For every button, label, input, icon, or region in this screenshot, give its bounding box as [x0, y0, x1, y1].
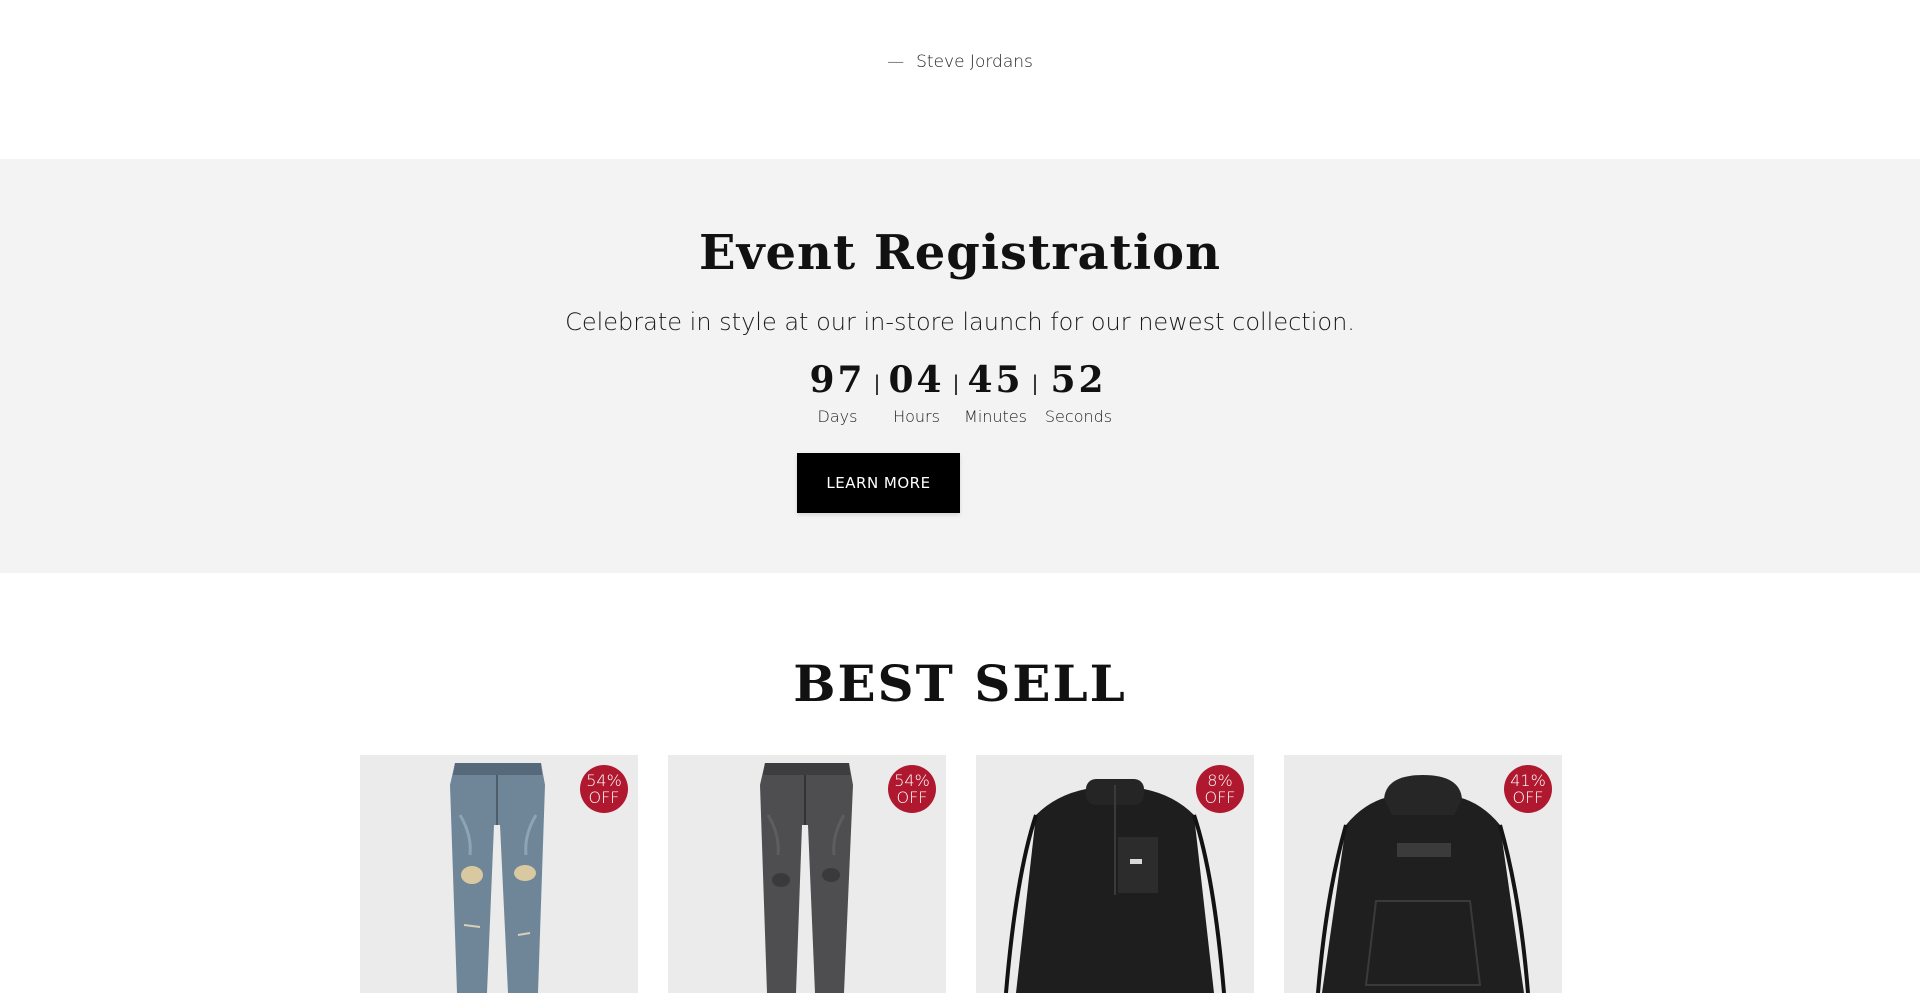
countdown-separator: |: [1031, 371, 1039, 395]
sale-badge-off: OFF: [1512, 788, 1544, 807]
product-card[interactable]: 41% OFF: [1284, 755, 1562, 993]
sale-badge-off: OFF: [1204, 788, 1236, 807]
sale-badge-percent: 41%: [1510, 771, 1546, 790]
testimonial-author: — Steve Jordans: [0, 52, 1920, 72]
countdown-separator: |: [952, 371, 960, 395]
sale-badge: 8% OFF: [1196, 765, 1244, 813]
sale-badge: 41% OFF: [1504, 765, 1552, 813]
author-dash: —: [887, 52, 905, 72]
product-card[interactable]: 8% OFF: [976, 755, 1254, 993]
countdown-minutes-label: Minutes: [964, 407, 1027, 426]
sale-badge-off: OFF: [588, 788, 620, 807]
event-title: Event Registration: [699, 225, 1221, 281]
product-card[interactable]: 54% OFF: [668, 755, 946, 993]
best-sell-title: BEST SELL: [793, 654, 1127, 713]
event-registration-section: Event Registration Celebrate in style at…: [0, 159, 1920, 573]
countdown-minutes: 45 Minutes: [964, 358, 1027, 426]
countdown-separator: |: [873, 371, 881, 395]
sale-badge-off: OFF: [896, 788, 928, 807]
sale-badge: 54% OFF: [580, 765, 628, 813]
sale-badge-percent: 8%: [1207, 771, 1233, 790]
countdown-hours-value: 04: [888, 359, 945, 401]
sale-badge-percent: 54%: [894, 771, 930, 790]
event-subtitle: Celebrate in style at our in-store launc…: [565, 308, 1355, 336]
sale-badge: 54% OFF: [888, 765, 936, 813]
countdown-seconds-value: 52: [1050, 359, 1107, 401]
product-card[interactable]: 54% OFF: [360, 755, 638, 993]
countdown-minutes-value: 45: [967, 359, 1024, 401]
sale-badge-percent: 54%: [586, 771, 622, 790]
learn-more-button[interactable]: LEARN MORE: [797, 453, 960, 513]
author-name: Steve Jordans: [916, 52, 1033, 72]
countdown-days: 97 Days: [807, 358, 869, 426]
countdown-timer: 97 Days | 04 Hours | 45 Minutes | 52 Sec…: [0, 358, 1920, 426]
product-grid: 54% OFF 54% OFF 8% OFF 41% OFF: [360, 755, 1562, 993]
countdown-hours: 04 Hours: [886, 358, 948, 426]
countdown-days-value: 97: [809, 359, 866, 401]
countdown-seconds-label: Seconds: [1044, 407, 1113, 426]
countdown-seconds: 52 Seconds: [1044, 358, 1114, 426]
countdown-days-label: Days: [817, 407, 858, 426]
countdown-hours-label: Hours: [893, 407, 940, 426]
